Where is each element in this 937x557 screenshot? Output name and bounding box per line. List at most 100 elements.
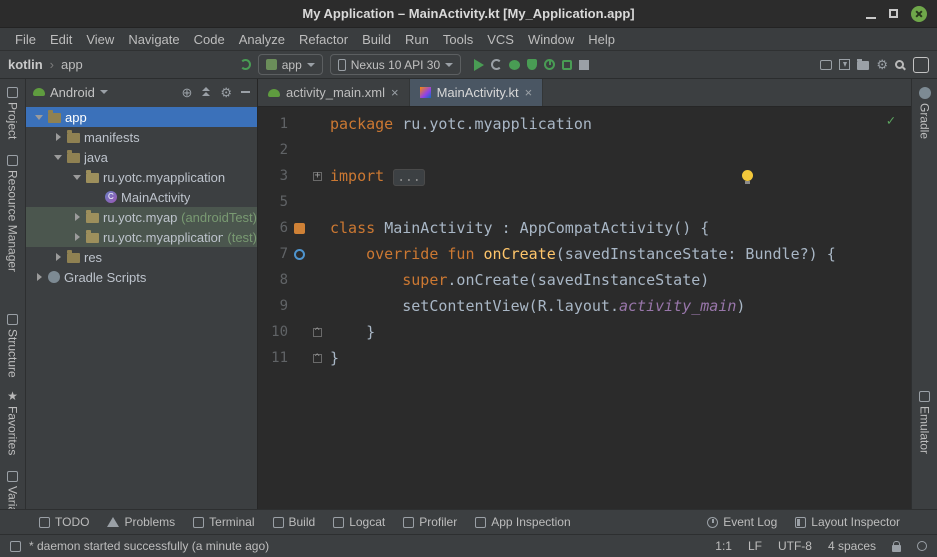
tool-button-gradle[interactable]: Gradle: [918, 87, 932, 139]
tree-expand-arrow[interactable]: [72, 212, 82, 222]
run-with-coverage-icon[interactable]: [527, 59, 537, 70]
run-configuration-dropdown[interactable]: app: [258, 54, 323, 75]
select-opened-file-icon[interactable]: ⊕: [181, 86, 192, 99]
tab-activity-main-xml[interactable]: activity_main.xml×: [258, 79, 410, 106]
menu-navigate[interactable]: Navigate: [121, 32, 186, 47]
close-tab-icon[interactable]: ×: [525, 86, 533, 99]
breadcrumb-project[interactable]: kotlin: [8, 57, 43, 72]
tool-window-switcher-icon[interactable]: [10, 541, 21, 552]
intention-bulb-icon[interactable]: [742, 170, 753, 181]
tool-button-project[interactable]: Project: [6, 87, 20, 139]
titlebar[interactable]: My Application – MainActivity.kt [My_App…: [0, 0, 937, 28]
chevron-down-icon: [445, 63, 453, 67]
breadcrumb-module[interactable]: app: [61, 57, 83, 72]
tree-row-mainactivity[interactable]: MainActivity: [26, 187, 257, 207]
tool-window-problems[interactable]: Problems: [98, 510, 184, 534]
close-icon[interactable]: [911, 6, 927, 22]
menu-run[interactable]: Run: [398, 32, 436, 47]
tab-mainactivity-kt[interactable]: MainActivity.kt×: [410, 79, 544, 106]
file-encoding[interactable]: UTF-8: [778, 539, 812, 553]
tool-window-logcat[interactable]: Logcat: [324, 510, 394, 534]
menu-code[interactable]: Code: [187, 32, 232, 47]
menu-file[interactable]: File: [8, 32, 43, 47]
profile-avatar-icon[interactable]: [913, 57, 929, 73]
tree-row-ru-yotc-myapplication[interactable]: ru.yotc.myapplication (androidTest): [26, 207, 257, 227]
debug-icon[interactable]: [509, 60, 520, 70]
tree-expand-arrow[interactable]: [53, 152, 63, 162]
tree-row-java[interactable]: java: [26, 147, 257, 167]
run-button[interactable]: [474, 59, 484, 71]
override-marker-icon[interactable]: [294, 249, 305, 260]
tree-row-app[interactable]: app: [26, 107, 257, 127]
menu-build[interactable]: Build: [355, 32, 398, 47]
tree-row-ru-yotc-myapplication[interactable]: ru.yotc.myapplication (test): [26, 227, 257, 247]
code-area[interactable]: ✓ 1package ru.yotc.myapplication23import…: [258, 107, 911, 509]
tool-button-label: Favorites: [6, 406, 20, 455]
tool-window-todo[interactable]: TODO: [30, 510, 98, 534]
tool-button-emulator[interactable]: Emulator: [918, 391, 932, 454]
fold-marker[interactable]: [310, 172, 324, 181]
tool-button-resource-manager[interactable]: Resource Manager: [6, 155, 20, 272]
tool-window-profiler[interactable]: Profiler: [394, 510, 466, 534]
caret-position[interactable]: 1:1: [715, 539, 732, 553]
class-marker-icon[interactable]: [294, 223, 305, 234]
search-everywhere-icon[interactable]: [895, 60, 904, 69]
menu-help[interactable]: Help: [581, 32, 622, 47]
project-view-selector[interactable]: Android: [50, 85, 95, 100]
tree-expand-arrow[interactable]: [53, 252, 63, 262]
tree-row-res[interactable]: res: [26, 247, 257, 267]
tool-window-terminal[interactable]: Terminal: [184, 510, 263, 534]
minimize-icon[interactable]: [866, 17, 876, 19]
tree-item-suffix: (test): [227, 230, 257, 245]
profile-app-icon[interactable]: [544, 59, 555, 70]
attach-debugger-icon[interactable]: [562, 60, 572, 70]
tool-window-build[interactable]: Build: [264, 510, 325, 534]
tree-expand-arrow[interactable]: [34, 272, 44, 282]
device-file-explorer-icon[interactable]: [857, 61, 869, 70]
code-token: class: [330, 219, 384, 237]
menu-analyze[interactable]: Analyze: [232, 32, 292, 47]
tree-item-label: res: [84, 250, 102, 265]
maximize-icon[interactable]: [889, 9, 898, 18]
menu-tools[interactable]: Tools: [436, 32, 480, 47]
gradle-sync-icon[interactable]: [240, 59, 251, 70]
indent-setting[interactable]: 4 spaces: [828, 539, 876, 553]
tool-button-structure[interactable]: Structure: [6, 314, 20, 378]
resource-manager-icon: [7, 155, 18, 166]
tool-window-event-log[interactable]: Event Log: [698, 510, 786, 534]
gear-icon[interactable]: ⚙: [220, 86, 232, 99]
tree-expand-arrow[interactable]: [53, 132, 63, 142]
tree-row-gradle-scripts[interactable]: Gradle Scripts: [26, 267, 257, 287]
fold-marker[interactable]: [310, 328, 324, 337]
settings-gear-icon[interactable]: ⚙: [876, 58, 888, 71]
apply-changes-icon[interactable]: [491, 59, 502, 70]
collapse-all-icon[interactable]: [201, 87, 211, 97]
tool-window-layout-inspector[interactable]: Layout Inspector: [786, 510, 909, 534]
tree-row-manifests[interactable]: manifests: [26, 127, 257, 147]
menu-window[interactable]: Window: [521, 32, 581, 47]
fold-end-icon[interactable]: [313, 354, 322, 363]
fold-plus-icon[interactable]: [313, 172, 322, 181]
lock-icon[interactable]: [892, 545, 901, 552]
device-selector-dropdown[interactable]: Nexus 10 API 30: [330, 54, 461, 75]
menu-vcs[interactable]: VCS: [480, 32, 521, 47]
tool-button-favorites[interactable]: ★Favorites: [6, 390, 20, 455]
sdk-manager-icon[interactable]: [839, 59, 850, 70]
line-ending[interactable]: LF: [748, 539, 762, 553]
close-tab-icon[interactable]: ×: [391, 86, 399, 99]
menu-view[interactable]: View: [79, 32, 121, 47]
fold-end-icon[interactable]: [313, 328, 322, 337]
menu-edit[interactable]: Edit: [43, 32, 79, 47]
tree-row-ru-yotc-myapplication[interactable]: ru.yotc.myapplication: [26, 167, 257, 187]
status-widget-icon[interactable]: [917, 541, 927, 551]
device-manager-icon[interactable]: [820, 60, 832, 70]
menu-refactor[interactable]: Refactor: [292, 32, 355, 47]
tree-expand-arrow[interactable]: [34, 112, 44, 122]
tool-window-app-inspection[interactable]: App Inspection: [466, 510, 579, 534]
hide-panel-icon[interactable]: [241, 91, 250, 93]
fold-marker[interactable]: [310, 354, 324, 363]
chevron-down-icon[interactable]: [100, 90, 108, 94]
tree-expand-arrow[interactable]: [72, 232, 82, 242]
tree-expand-arrow[interactable]: [72, 172, 82, 182]
stop-icon[interactable]: [579, 60, 589, 70]
